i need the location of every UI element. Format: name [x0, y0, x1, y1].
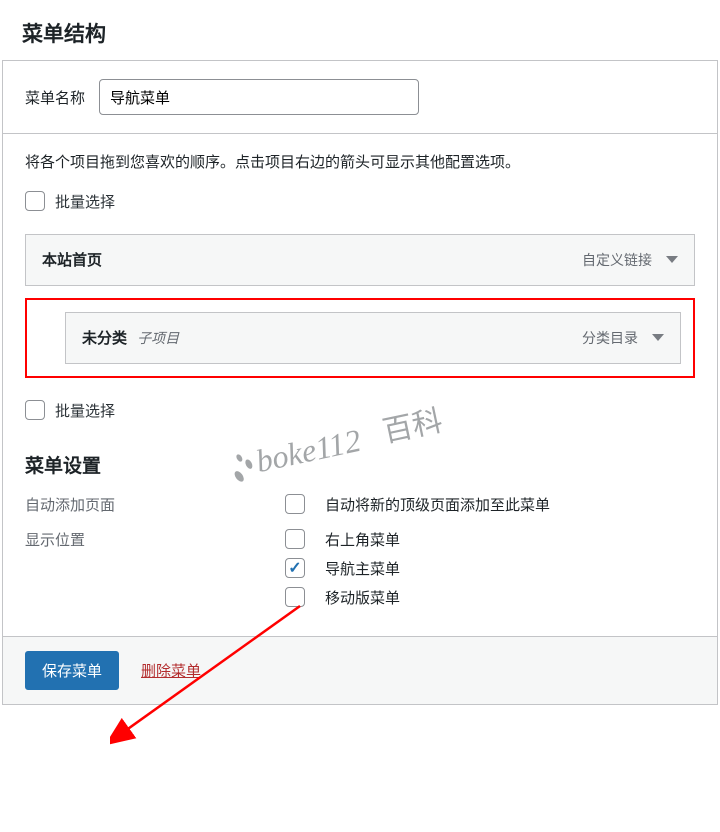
- save-menu-button[interactable]: 保存菜单: [25, 651, 119, 690]
- menu-item-type: 分类目录: [582, 328, 664, 348]
- auto-add-option: 自动将新的顶级页面添加至此菜单: [325, 494, 550, 515]
- menu-item-subtitle: 子项目: [137, 330, 179, 346]
- menu-item-type-text: 分类目录: [582, 328, 638, 348]
- auto-add-row: 自动添加页面 自动将新的顶级页面添加至此菜单: [25, 494, 695, 515]
- display-location-label: 显示位置: [25, 529, 285, 550]
- menu-name-label: 菜单名称: [25, 87, 85, 108]
- menu-item-title-text: 未分类: [82, 330, 127, 347]
- menu-name-row: 菜单名称: [3, 61, 717, 134]
- bulk-select-top: 批量选择: [25, 191, 695, 212]
- loc-option-text: 导航主菜单: [325, 558, 400, 579]
- bulk-checkbox-top[interactable]: [25, 191, 45, 211]
- menu-item-title: 本站首页: [42, 249, 102, 270]
- bulk-label: 批量选择: [55, 400, 115, 421]
- caret-down-icon[interactable]: [652, 334, 664, 341]
- highlighted-area: 未分类 子项目 分类目录: [25, 298, 695, 378]
- loc-option-text: 右上角菜单: [325, 529, 400, 550]
- instructions-text: 将各个项目拖到您喜欢的顺序。点击项目右边的箭头可显示其他配置选项。: [25, 152, 695, 175]
- menu-item-home[interactable]: 本站首页 自定义链接: [25, 234, 695, 286]
- page-title: 菜单结构: [0, 0, 720, 60]
- menu-settings-title: 菜单设置: [25, 451, 695, 478]
- caret-down-icon[interactable]: [666, 256, 678, 263]
- menu-item-uncategorized[interactable]: 未分类 子项目 分类目录: [65, 312, 681, 364]
- loc-mobile-checkbox[interactable]: [285, 587, 305, 607]
- menu-content: 将各个项目拖到您喜欢的顺序。点击项目右边的箭头可显示其他配置选项。 批量选择 本…: [3, 134, 717, 608]
- loc-nav-main-checkbox[interactable]: [285, 558, 305, 578]
- bulk-checkbox-bottom[interactable]: [25, 400, 45, 420]
- delete-menu-link[interactable]: 删除菜单: [141, 660, 201, 681]
- auto-add-checkbox[interactable]: [285, 494, 305, 514]
- footer-bar: 保存菜单 删除菜单: [3, 636, 717, 704]
- menu-panel: 菜单名称 将各个项目拖到您喜欢的顺序。点击项目右边的箭头可显示其他配置选项。 批…: [2, 60, 718, 705]
- menu-item-title: 未分类 子项目: [82, 327, 179, 348]
- loc-top-right-checkbox[interactable]: [285, 529, 305, 549]
- menu-name-input[interactable]: [99, 79, 419, 115]
- menu-item-type: 自定义链接: [582, 250, 678, 270]
- bulk-select-bottom: 批量选择: [25, 400, 695, 421]
- loc-option-text: 移动版菜单: [325, 587, 400, 608]
- auto-add-label: 自动添加页面: [25, 494, 285, 515]
- display-location-row: 显示位置 右上角菜单 导航主菜单 移动版菜单: [25, 529, 695, 608]
- menu-item-type-text: 自定义链接: [582, 250, 652, 270]
- bulk-label: 批量选择: [55, 191, 115, 212]
